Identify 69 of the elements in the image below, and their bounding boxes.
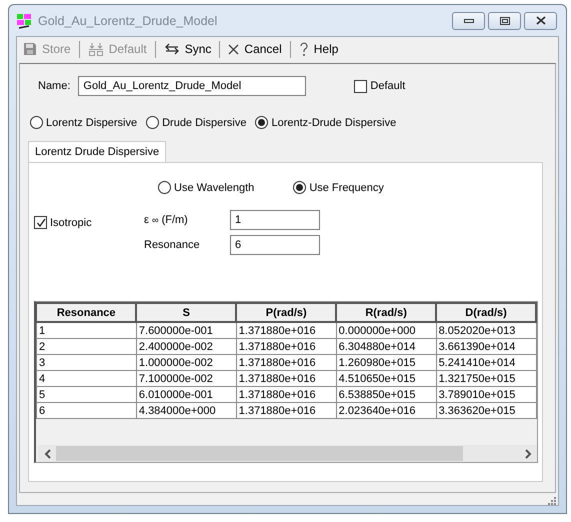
epsilon-field[interactable]: 1 — [230, 210, 320, 230]
toolbar-button[interactable]: Help — [296, 42, 346, 56]
chevron-left-icon — [44, 448, 50, 458]
table-cell: 6.010000e-001 — [136, 386, 236, 402]
model-radio[interactable]: Drude Dispersive — [146, 116, 246, 129]
column-header[interactable]: Resonance — [36, 303, 136, 322]
resize-grip-icon[interactable] — [548, 497, 556, 505]
table-cell: 3.661390e+014 — [436, 338, 536, 354]
table-cell: 7.600000e-001 — [136, 322, 236, 338]
table-cell: 1.321750e+015 — [436, 370, 536, 386]
stack-icon — [88, 42, 104, 56]
table-cell: 3.789010e+015 — [436, 386, 536, 402]
close-button[interactable] — [524, 12, 557, 30]
resonance-field[interactable]: 6 — [230, 235, 320, 255]
table-cell: 1.371880e+016 — [236, 322, 336, 338]
close-icon — [536, 16, 546, 25]
table-cell: 1.371880e+016 — [236, 386, 336, 402]
table-cell: 1.371880e+016 — [236, 402, 336, 418]
tab[interactable]: Lorentz Drude Dispersive — [28, 141, 166, 163]
swap-arrows-icon — [164, 43, 180, 55]
check-icon — [36, 218, 46, 228]
table-cell: 4.510650e+015 — [336, 370, 436, 386]
table-cell: 1 — [36, 322, 136, 338]
name-label: Name: — [37, 80, 72, 92]
table-cell: 5.241410e+014 — [436, 354, 536, 370]
maximize-button[interactable] — [488, 12, 521, 30]
table-cell: 2.023640e+016 — [336, 402, 436, 418]
unit-radio[interactable]: Use Wavelength — [158, 181, 254, 194]
table-cell: 8.052020e+013 — [436, 322, 536, 338]
app-icon — [16, 12, 32, 28]
table-cell: 1.000000e-002 — [136, 354, 236, 370]
column-header[interactable]: S — [136, 303, 236, 322]
help-icon — [298, 42, 309, 56]
column-header[interactable]: P(rad/s) — [236, 303, 336, 322]
chevron-right-icon — [524, 448, 532, 458]
table-cell: 1.371880e+016 — [236, 354, 336, 370]
model-radio[interactable]: Lorentz Dispersive — [30, 116, 138, 129]
table-cell: 3 — [36, 354, 136, 370]
toolbar-button[interactable]: Cancel — [226, 42, 290, 56]
table-cell: 2.400000e-002 — [136, 338, 236, 354]
column-header[interactable]: R(rad/s) — [336, 303, 436, 322]
table-cell: 6 — [36, 402, 136, 418]
resonance-label: Resonance — [144, 239, 201, 251]
table-cell: 5 — [36, 386, 136, 402]
column-header[interactable]: D(rad/s) — [436, 303, 536, 322]
table-cell: 4 — [36, 370, 136, 386]
table-cell: 6.538850e+015 — [336, 386, 436, 402]
unit-radio[interactable]: Use Frequency — [293, 181, 384, 194]
close-icon — [228, 44, 240, 54]
table-cell: 7.100000e-002 — [136, 370, 236, 386]
isotropic-checkbox[interactable]: Isotropic — [34, 216, 92, 229]
default-checkbox[interactable]: Default — [354, 80, 406, 92]
model-radio[interactable]: Lorentz-Drude Dispersive — [255, 116, 396, 129]
window-title: Gold_Au_Lorentz_Drude_Model — [38, 14, 218, 28]
table-cell: 6.304880e+014 — [336, 338, 436, 354]
epsilon-label: ε ∞ (F/m) — [144, 214, 189, 226]
minimize-button[interactable] — [452, 12, 485, 30]
name-field[interactable]: Gold_Au_Lorentz_Drude_Model — [78, 76, 306, 96]
table-cell: 4.384000e+000 — [136, 402, 236, 418]
table-cell: 1.260980e+015 — [336, 354, 436, 370]
horizontal-scrollbar[interactable] — [38, 445, 537, 462]
table-cell: 0.000000e+000 — [336, 322, 436, 338]
table-cell: 3.363620e+015 — [436, 402, 536, 418]
maximize-icon — [500, 16, 510, 24]
table-cell: 1.371880e+016 — [236, 370, 336, 386]
table-cell: 2 — [36, 338, 136, 354]
minimize-icon — [464, 18, 474, 22]
table-cell: 1.371880e+016 — [236, 338, 336, 354]
toolbar-button[interactable]: Sync — [162, 42, 220, 56]
